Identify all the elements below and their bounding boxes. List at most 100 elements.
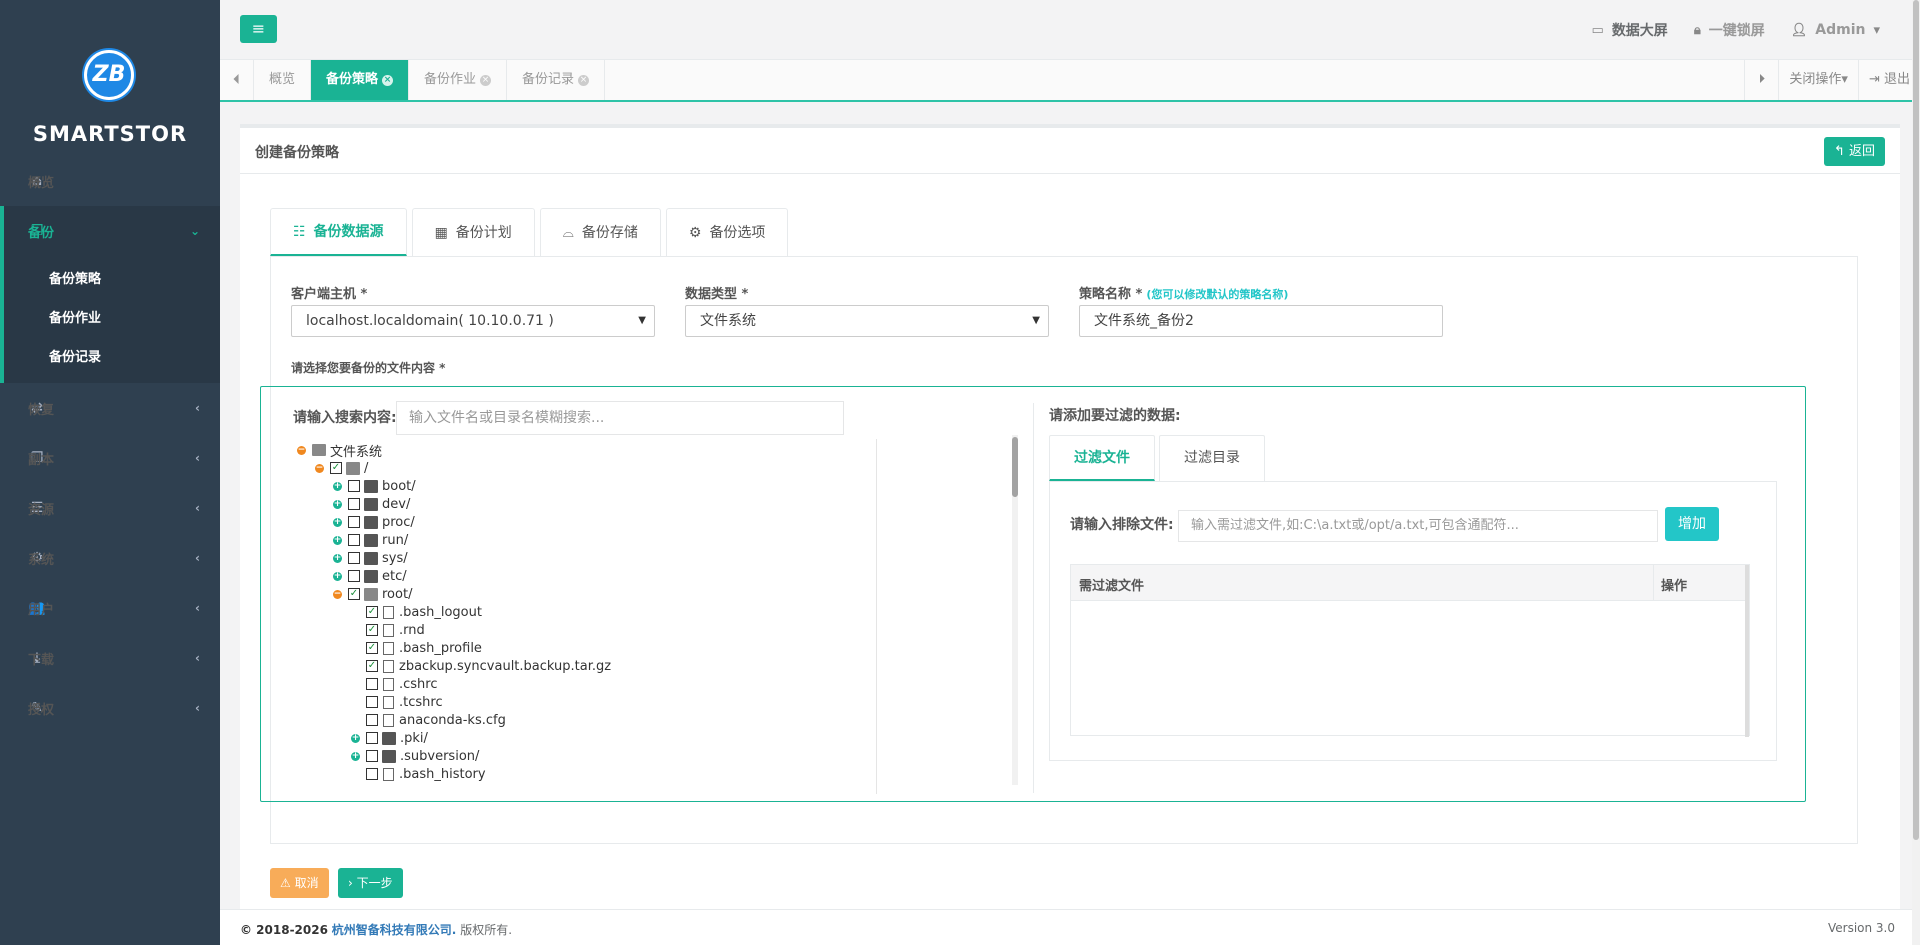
tree-node[interactable]: ✓ .rnd [351, 621, 425, 639]
sidebar-item-replica[interactable]: ❐ 副本 ‹ [0, 433, 220, 483]
tree-node[interactable]: − ✓ / [315, 459, 368, 477]
sidebar-item-resource[interactable]: ☰ 资源 ‹ [0, 483, 220, 533]
expand-icon[interactable]: + [351, 733, 360, 743]
tree-checkbox[interactable]: ✓ [366, 642, 378, 654]
sidebar-item-restore[interactable]: ⇄ 恢复 ‹ [0, 383, 220, 433]
menu-toggle-button[interactable]: ≡ [240, 15, 277, 43]
tree-node[interactable]: ✓ zbackup.syncvault.backup.tar.gz [351, 657, 611, 675]
sidebar-item-backup[interactable]: ❒ 备份 ⌄ [0, 206, 220, 256]
tree-checkbox[interactable]: ✓ [348, 588, 360, 600]
expand-icon[interactable]: + [333, 553, 342, 563]
tree-node[interactable]: ✓ .bash_logout [351, 603, 482, 621]
tree-node[interactable]: anaconda-ks.cfg [351, 711, 506, 729]
tree-node[interactable]: .tcshrc [351, 693, 443, 711]
bars-icon: ≡ [251, 19, 266, 38]
page-tab-overview[interactable]: 概览 [254, 60, 312, 100]
cancel-button[interactable]: ⚠ 取消 [270, 868, 329, 898]
tree-checkbox[interactable] [366, 678, 378, 690]
tree-checkbox[interactable] [366, 750, 378, 762]
tree-checkbox[interactable] [366, 768, 378, 780]
collapse-icon[interactable]: − [315, 463, 324, 473]
page-tab-backup-policy[interactable]: 备份策略 × [311, 60, 410, 100]
expand-icon[interactable]: + [351, 751, 360, 761]
tree-checkbox[interactable]: ✓ [330, 462, 342, 474]
expand-icon[interactable]: + [333, 535, 342, 545]
sidebar-item-overview[interactable]: ⌂ 概览 [0, 156, 220, 206]
close-icon[interactable]: × [382, 74, 394, 86]
tree-checkbox[interactable] [348, 498, 360, 510]
tree-node[interactable]: ✓ .bash_profile [351, 639, 482, 657]
tree-node[interactable]: − ✓ root/ [333, 585, 412, 603]
tree-node[interactable]: + .subversion/ [351, 747, 479, 765]
page-tab-backup-job[interactable]: 备份作业 × [409, 60, 508, 100]
tree-node[interactable]: .bash_history [351, 765, 486, 783]
back-button[interactable]: ↰ 返回 [1823, 137, 1885, 166]
tree-checkbox[interactable] [348, 516, 360, 528]
tree-node[interactable]: + dev/ [333, 495, 410, 513]
tree-checkbox[interactable] [348, 552, 360, 564]
policy-name-input[interactable]: 文件系统_备份2 [1079, 305, 1443, 337]
tab-data-source[interactable]: ☷ 备份数据源 [270, 208, 407, 256]
expand-icon[interactable]: + [333, 499, 342, 509]
file-icon [383, 677, 394, 691]
close-icon[interactable]: × [480, 74, 492, 86]
tree-checkbox[interactable] [348, 534, 360, 546]
page-scrollbar[interactable] [1912, 0, 1920, 945]
type-select[interactable]: 文件系统 ▼ [685, 305, 1049, 337]
tree-node[interactable]: + run/ [333, 531, 408, 549]
tree-checkbox[interactable] [348, 480, 360, 492]
tree-checkbox[interactable] [366, 696, 378, 708]
page-tab-backup-record[interactable]: 备份记录 × [507, 60, 606, 100]
close-ops-dropdown[interactable]: 关闭操作▾ [1778, 60, 1858, 100]
collapse-icon[interactable]: − [333, 589, 342, 599]
tree-checkbox[interactable] [366, 732, 378, 744]
page-scroll-thumb[interactable] [1913, 0, 1919, 840]
client-select[interactable]: localhost.localdomain( 10.10.0.71 ) ▼ [291, 305, 655, 337]
expand-icon[interactable]: + [333, 517, 342, 527]
company-link[interactable]: 杭州智备科技有限公司. [332, 923, 457, 937]
exclude-input[interactable]: 输入需过滤文件,如:C:\a.txt或/opt/a.txt,可包含通配符... [1178, 510, 1658, 542]
tree-checkbox[interactable]: ✓ [366, 660, 378, 672]
sidebar-item-system[interactable]: ⚙ 系统 ‹ [0, 533, 220, 583]
tabs-prev-button[interactable]: ⏴ [220, 60, 254, 100]
tree-node[interactable]: + etc/ [333, 567, 407, 585]
tab-schedule[interactable]: ▦ 备份计划 [411, 208, 535, 256]
expand-icon[interactable]: + [333, 481, 342, 491]
expand-icon[interactable]: + [333, 571, 342, 581]
tree-node[interactable]: + .pki/ [351, 729, 428, 747]
collapse-icon[interactable]: − [297, 445, 306, 455]
tree-node[interactable]: + proc/ [333, 513, 415, 531]
user-menu[interactable]: 👤︎ Admin ▾ [1791, 22, 1880, 38]
logout-button[interactable]: ⇥ 退出 [1857, 60, 1920, 100]
tab-filter-dirs[interactable]: 过滤目录 [1159, 435, 1265, 481]
tree-checkbox[interactable] [348, 570, 360, 582]
tab-options[interactable]: ⚙ 备份选项 [665, 208, 789, 256]
tree-checkbox[interactable]: ✓ [366, 624, 378, 636]
sidebar-item-license[interactable]: ✎ 授权 ‹ [0, 683, 220, 733]
sidebar-item-download[interactable]: ⤓ 下载 ‹ [0, 633, 220, 683]
next-button[interactable]: › 下一步 [338, 868, 403, 898]
tree-scrollbar[interactable] [1012, 435, 1018, 785]
sidebar-item-users[interactable]: 👥 用户 ‹ [0, 583, 220, 633]
subnav-item-backup-record[interactable]: 备份记录 [4, 338, 220, 377]
filter-table-scrollbar[interactable] [1745, 565, 1749, 737]
close-icon[interactable]: × [578, 74, 590, 86]
tab-storage[interactable]: ⌓ 备份存储 [539, 208, 661, 256]
tree-scroll-thumb[interactable] [1012, 437, 1018, 497]
lock-screen-link[interactable]: 🔒︎ 一键锁屏 [1694, 20, 1765, 40]
tab-filter-files[interactable]: 过滤文件 [1049, 435, 1155, 481]
subnav-item-backup-policy[interactable]: 备份策略 [4, 260, 220, 299]
dashboard-link[interactable]: ▭ 数据大屏 [1592, 20, 1668, 40]
tree-checkbox[interactable]: ✓ [366, 606, 378, 618]
tree-node[interactable]: − 文件系统 [297, 441, 382, 460]
add-filter-button[interactable]: 增加 [1665, 507, 1719, 541]
tree-node[interactable]: .cshrc [351, 675, 438, 693]
tree-checkbox[interactable] [366, 714, 378, 726]
subnav-item-backup-job[interactable]: 备份作业 [4, 299, 220, 338]
tree-search-input[interactable]: 输入文件名或目录名模糊搜索... [396, 401, 844, 435]
tabs-next-button[interactable]: ⏵ [1744, 60, 1778, 100]
tree-node[interactable]: + sys/ [333, 549, 408, 567]
file-icon [383, 659, 394, 673]
tree-node[interactable]: + boot/ [333, 477, 416, 495]
